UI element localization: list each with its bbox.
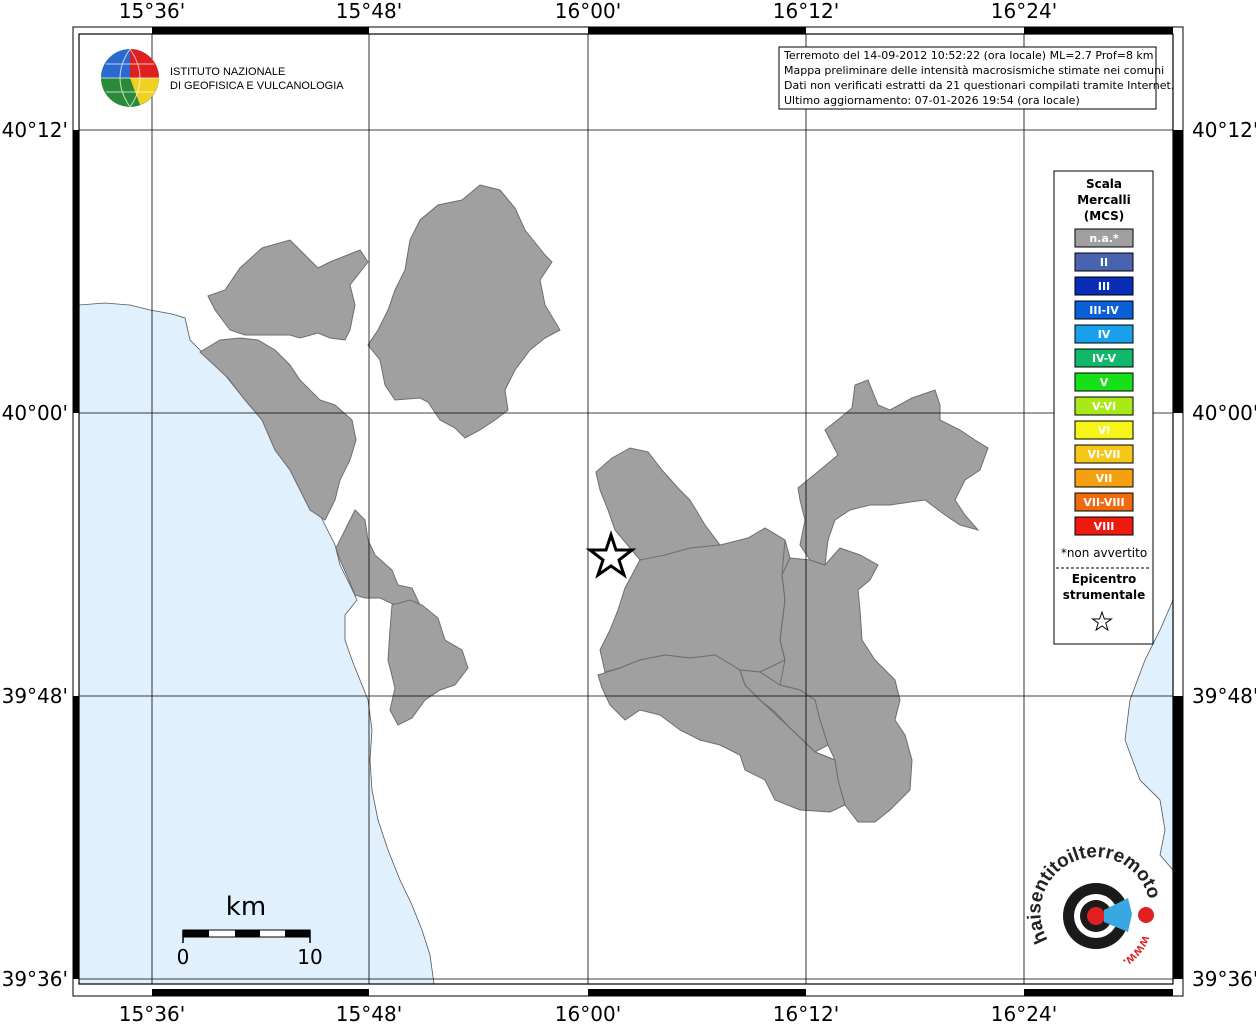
intensity-map: 15°36' 15°48' 16°00' 16°12' 16°24' 15°36…	[0, 0, 1256, 1024]
top-longitude-label: 16°24'	[991, 0, 1057, 23]
logo-question-icon	[1138, 907, 1154, 923]
legend-chip-label: VIII	[1094, 520, 1115, 533]
frame-segment	[1173, 130, 1183, 413]
top-longitude-label: 16°00'	[555, 0, 621, 23]
left-latitude-label: 39°48'	[2, 684, 68, 708]
legend-chip-label: V	[1100, 376, 1109, 389]
left-latitude-label: 39°36'	[2, 967, 68, 991]
legend-chip-label: III	[1098, 280, 1110, 293]
scale-bar-segment	[285, 930, 310, 937]
scale-bar-segment	[183, 930, 209, 937]
frame-segment	[73, 130, 79, 413]
info-line-map: Mappa preliminare delle intensità macros…	[784, 64, 1164, 77]
frame-segment	[588, 989, 806, 996]
info-line-updated: Ultimo aggiornamento: 07-01-2026 19:54 (…	[784, 94, 1080, 107]
legend-chip-label: VI-VII	[1087, 448, 1120, 461]
bottom-longitude-label: 16°12'	[773, 1002, 839, 1024]
legend-title-line1: Scala	[1086, 177, 1122, 191]
frame-segment	[152, 989, 369, 996]
right-latitude-label: 40°12'	[1192, 118, 1256, 142]
right-latitude-label: 39°48'	[1192, 684, 1256, 708]
frame-segment	[1024, 989, 1173, 996]
left-latitude-label: 40°00'	[2, 401, 68, 425]
bottom-longitude-label: 16°24'	[991, 1002, 1057, 1024]
legend-chip-label: n.a.*	[1089, 232, 1119, 245]
frame-segment	[1024, 27, 1173, 34]
legend-title-line2: Mercalli	[1077, 193, 1131, 207]
event-info-box: Terremoto del 14-09-2012 10:52:22 (ora l…	[778, 46, 1174, 110]
frame-segment	[1173, 696, 1183, 979]
right-latitude-label: 40°00'	[1192, 401, 1256, 425]
legend-epicenter-line1: Epicentro	[1072, 572, 1137, 586]
bottom-longitude-label: 15°48'	[336, 1002, 402, 1024]
legend-chip-label: II	[1100, 256, 1108, 269]
frame-segment	[152, 27, 369, 34]
scale-unit-label: km	[226, 892, 266, 922]
info-line-event: Terremoto del 14-09-2012 10:52:22 (ora l…	[783, 49, 1154, 62]
top-longitude-label: 16°12'	[773, 0, 839, 23]
frame-segment	[588, 27, 806, 34]
info-line-data: Dati non verificati estratti da 21 quest…	[784, 79, 1174, 92]
right-latitude-label: 39°36'	[1192, 967, 1256, 991]
institute-name-line2: DI GEOFISICA E VULCANOLOGIA	[170, 80, 344, 92]
legend-chip-label: VI	[1098, 424, 1111, 437]
institute-name-line1: ISTITUTO NAZIONALE	[170, 66, 285, 78]
bottom-longitude-label: 16°00'	[555, 1002, 621, 1024]
legend-chip-label: V-VI	[1092, 400, 1116, 413]
legend-chip-label: VII-VIII	[1083, 496, 1124, 509]
frame-segment	[73, 696, 79, 979]
legend-title-line3: (MCS)	[1084, 209, 1125, 223]
top-longitude-label: 15°48'	[336, 0, 402, 23]
top-longitude-label: 15°36'	[119, 0, 185, 23]
scale-bar-segment	[235, 930, 260, 937]
legend-chip-label: III-IV	[1089, 304, 1119, 317]
scale-max-label: 10	[297, 945, 322, 969]
legend-mcs: Scala Mercalli (MCS) n.a.*IIIIIIII-IVIVI…	[1053, 170, 1154, 645]
bottom-longitude-label: 15°36'	[119, 1002, 185, 1024]
logo-center-red	[1087, 907, 1105, 925]
left-latitude-label: 40°12'	[2, 118, 68, 142]
legend-chip-label: IV-V	[1092, 352, 1117, 365]
legend-epicenter-line2: strumentale	[1063, 588, 1146, 602]
legend-note: *non avvertito	[1061, 546, 1147, 560]
legend-chip-label: IV	[1098, 328, 1111, 341]
scale-min-label: 0	[177, 945, 190, 969]
legend-chip-label: VII	[1096, 472, 1113, 485]
